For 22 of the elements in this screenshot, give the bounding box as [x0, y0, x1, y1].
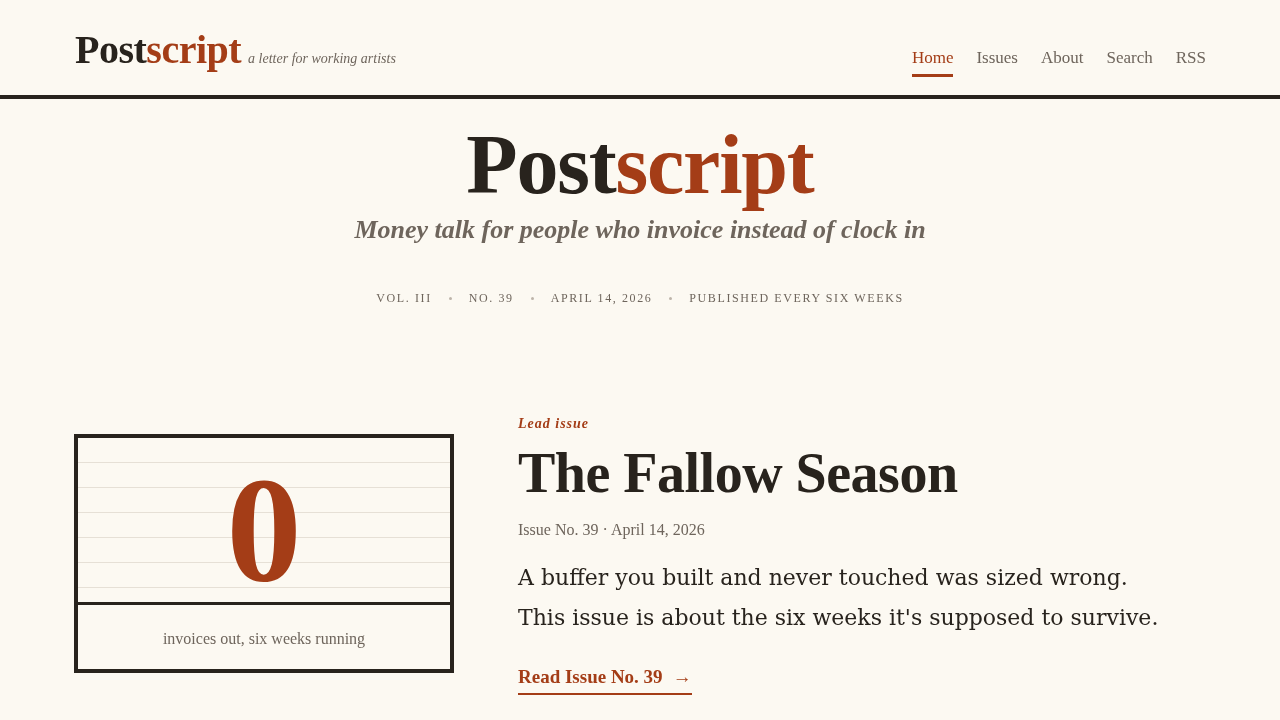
- issue-title: The Fallow Season: [518, 442, 958, 504]
- section-kicker: Lead issue: [518, 415, 590, 433]
- nav-link[interactable]: Home: [911, 48, 954, 77]
- nav-link[interactable]: RSS: [1175, 48, 1206, 77]
- nav-link[interactable]: Issues: [976, 48, 1018, 77]
- issue-summary: A buffer you built and never touched was sized wrong. This issue is about the six weeks it's supposed to survive.: [518, 564, 1160, 632]
- issue-meta-text: APRIL 14, 2026: [550, 290, 653, 306]
- nav-link[interactable]: Search: [1106, 48, 1153, 77]
- read-issue-link[interactable]: Read Issue No. 39 →: [518, 666, 692, 695]
- tagline: a letter for working artists: [248, 51, 396, 67]
- separator-dot-icon: [448, 296, 452, 300]
- masthead-subtitle: Money talk for people who invoice instead of clock in: [354, 215, 926, 245]
- big-numeral: 0: [226, 460, 302, 602]
- nav-link[interactable]: About: [1041, 48, 1084, 77]
- separator-dot-icon: [669, 296, 673, 300]
- issue-meta-text: PUBLISHED EVERY SIX WEEKS: [689, 290, 904, 306]
- figure-caption: invoices out, six weeks running: [162, 629, 366, 649]
- logo-wordmark[interactable]: Postscript: [75, 30, 242, 70]
- issue-meta-text: VOL. III: [376, 290, 432, 306]
- issue-meta-text: NO. 39: [468, 290, 514, 306]
- issue-meta: Issue No. 39 · April 14, 2026: [518, 520, 705, 540]
- separator-dot-icon: [530, 296, 534, 300]
